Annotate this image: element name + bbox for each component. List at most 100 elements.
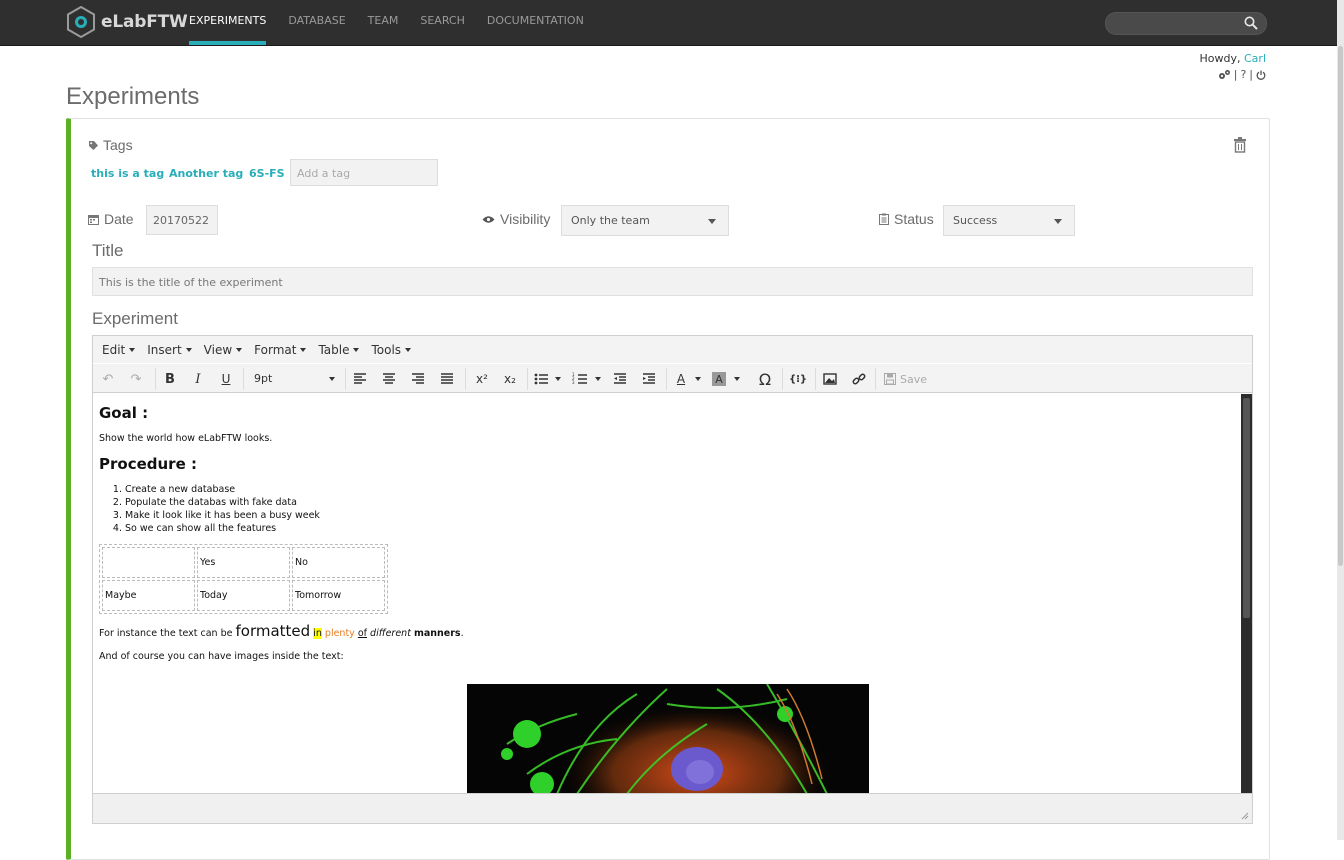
gears-icon[interactable]: [1218, 69, 1231, 80]
greeting: Howdy,: [1199, 52, 1241, 65]
editor-content[interactable]: Goal : Show the world how eLabFTW looks.…: [93, 394, 1240, 794]
table-cell: [102, 547, 195, 578]
separator: |: [1233, 68, 1238, 81]
help-icon[interactable]: ?: [1240, 68, 1246, 81]
special-character-icon[interactable]: Ω: [756, 369, 774, 389]
nav-team[interactable]: TEAM: [357, 0, 410, 45]
svg-text:3: 3: [572, 380, 575, 385]
chevron-down-icon[interactable]: [595, 377, 601, 381]
period: .: [460, 628, 464, 639]
list-item: Make it look like it has been a busy wee…: [125, 509, 320, 522]
underline-icon[interactable]: U: [217, 369, 235, 389]
eye-icon: [482, 215, 495, 223]
page-scrollbar[interactable]: [1337, 0, 1344, 840]
chevron-down-icon: [185, 347, 192, 352]
toolbar-divider: [815, 368, 816, 390]
font-size-value: 9pt: [254, 372, 273, 385]
status-select[interactable]: Success: [943, 205, 1075, 236]
date-input[interactable]: 20170522: [146, 205, 218, 235]
chevron-down-icon[interactable]: [555, 377, 561, 381]
font-size-select[interactable]: 9pt: [246, 369, 341, 389]
bullet-list-icon[interactable]: [533, 369, 549, 389]
editor-scrollbar[interactable]: [1241, 394, 1252, 794]
search-icon[interactable]: [1244, 16, 1258, 30]
outdent-icon[interactable]: [612, 369, 628, 389]
date-label: Date: [88, 211, 134, 227]
tag-item[interactable]: this is a tag: [91, 167, 164, 180]
formatted-large: formatted: [235, 622, 311, 640]
align-justify-icon[interactable]: [439, 369, 455, 389]
status-label-text: Status: [894, 211, 934, 227]
menu-format[interactable]: Format: [248, 336, 312, 363]
visibility-value: Only the team: [571, 214, 650, 227]
bold-icon[interactable]: B: [161, 369, 179, 389]
add-tag-input[interactable]: Add a tag: [290, 159, 438, 186]
experiment-label: Experiment: [92, 309, 178, 328]
align-right-icon[interactable]: [410, 369, 426, 389]
nav-documentation[interactable]: DOCUMENTATION: [476, 0, 595, 45]
toolbar-divider: [465, 368, 466, 390]
menu-insert[interactable]: Insert: [141, 336, 197, 363]
menu-table-label: Table: [318, 342, 350, 357]
menu-view[interactable]: View: [198, 336, 248, 363]
editor-scrollbar-thumb[interactable]: [1243, 398, 1250, 618]
power-icon[interactable]: [1256, 70, 1266, 80]
image-icon[interactable]: [822, 369, 838, 389]
align-center-icon[interactable]: [381, 369, 397, 389]
numbered-list-icon[interactable]: 123: [572, 369, 588, 389]
superscript-icon[interactable]: x²: [473, 369, 491, 389]
code-sample-icon[interactable]: {⁝}: [788, 369, 808, 389]
list-item: Create a new database: [125, 483, 320, 496]
visibility-label: Visibility: [482, 211, 550, 227]
content-table: Yes No Maybe Today Tomorrow: [99, 544, 388, 614]
chevron-down-icon[interactable]: [695, 377, 701, 381]
subscript-icon[interactable]: x₂: [501, 369, 519, 389]
chevron-down-icon[interactable]: [734, 377, 740, 381]
table-row: Yes No: [102, 547, 385, 578]
italic-icon[interactable]: I: [189, 369, 207, 389]
nav-database[interactable]: DATABASE: [277, 0, 356, 45]
indent-icon[interactable]: [641, 369, 657, 389]
italic-text: different: [370, 628, 411, 639]
tags-label: Tags: [88, 137, 133, 153]
chevron-down-icon: [236, 347, 243, 352]
link-icon[interactable]: [851, 369, 867, 389]
chevron-down-icon: [129, 347, 136, 352]
toolbar-divider: [527, 368, 528, 390]
nav-experiments[interactable]: EXPERIMENTS: [178, 0, 277, 45]
visibility-select[interactable]: Only the team: [561, 205, 729, 236]
menu-edit[interactable]: Edit: [96, 336, 141, 363]
microscopy-image[interactable]: [467, 684, 869, 794]
tag-icon: [89, 140, 98, 150]
nav-search[interactable]: SEARCH: [409, 0, 476, 45]
menu-tools[interactable]: Tools: [365, 336, 417, 363]
clipboard-icon: [879, 213, 889, 225]
images-paragraph: And of course you can have images inside…: [99, 651, 344, 662]
save-button[interactable]: Save: [884, 369, 927, 389]
align-left-icon[interactable]: [352, 369, 368, 389]
user-name-link[interactable]: Carl: [1244, 52, 1266, 65]
trash-icon[interactable]: [1233, 137, 1247, 153]
floppy-disk-icon: [884, 373, 896, 385]
formatted-paragraph: For instance the text can be formatted i…: [99, 622, 464, 640]
menu-table[interactable]: Table: [312, 336, 365, 363]
tag-item[interactable]: Another tag: [169, 167, 243, 180]
page-scrollbar-thumb[interactable]: [1338, 46, 1343, 566]
procedure-list: Create a new database Populate the datab…: [93, 483, 320, 535]
text-color-icon[interactable]: A: [673, 369, 689, 389]
toolbar-divider: [345, 368, 346, 390]
resize-handle-icon[interactable]: [1241, 812, 1249, 820]
undo-icon[interactable]: ↶: [99, 369, 117, 389]
toolbar-divider: [666, 368, 667, 390]
goal-heading: Goal :: [99, 404, 149, 422]
background-color-icon[interactable]: A: [712, 372, 726, 386]
redo-icon[interactable]: ↷: [127, 369, 145, 389]
tag-item[interactable]: 6S-FS: [249, 167, 285, 180]
logo[interactable]: eLabFTW: [66, 5, 188, 39]
experiment-panel: Tags this is a tag Another tag 6S-FS Add…: [66, 118, 1270, 860]
title-input[interactable]: This is the title of the experiment: [92, 267, 1253, 296]
search-input[interactable]: [1114, 15, 1243, 33]
table-row: Maybe Today Tomorrow: [102, 580, 385, 611]
table-cell: No: [292, 547, 385, 578]
toolbar-divider: [875, 368, 876, 390]
